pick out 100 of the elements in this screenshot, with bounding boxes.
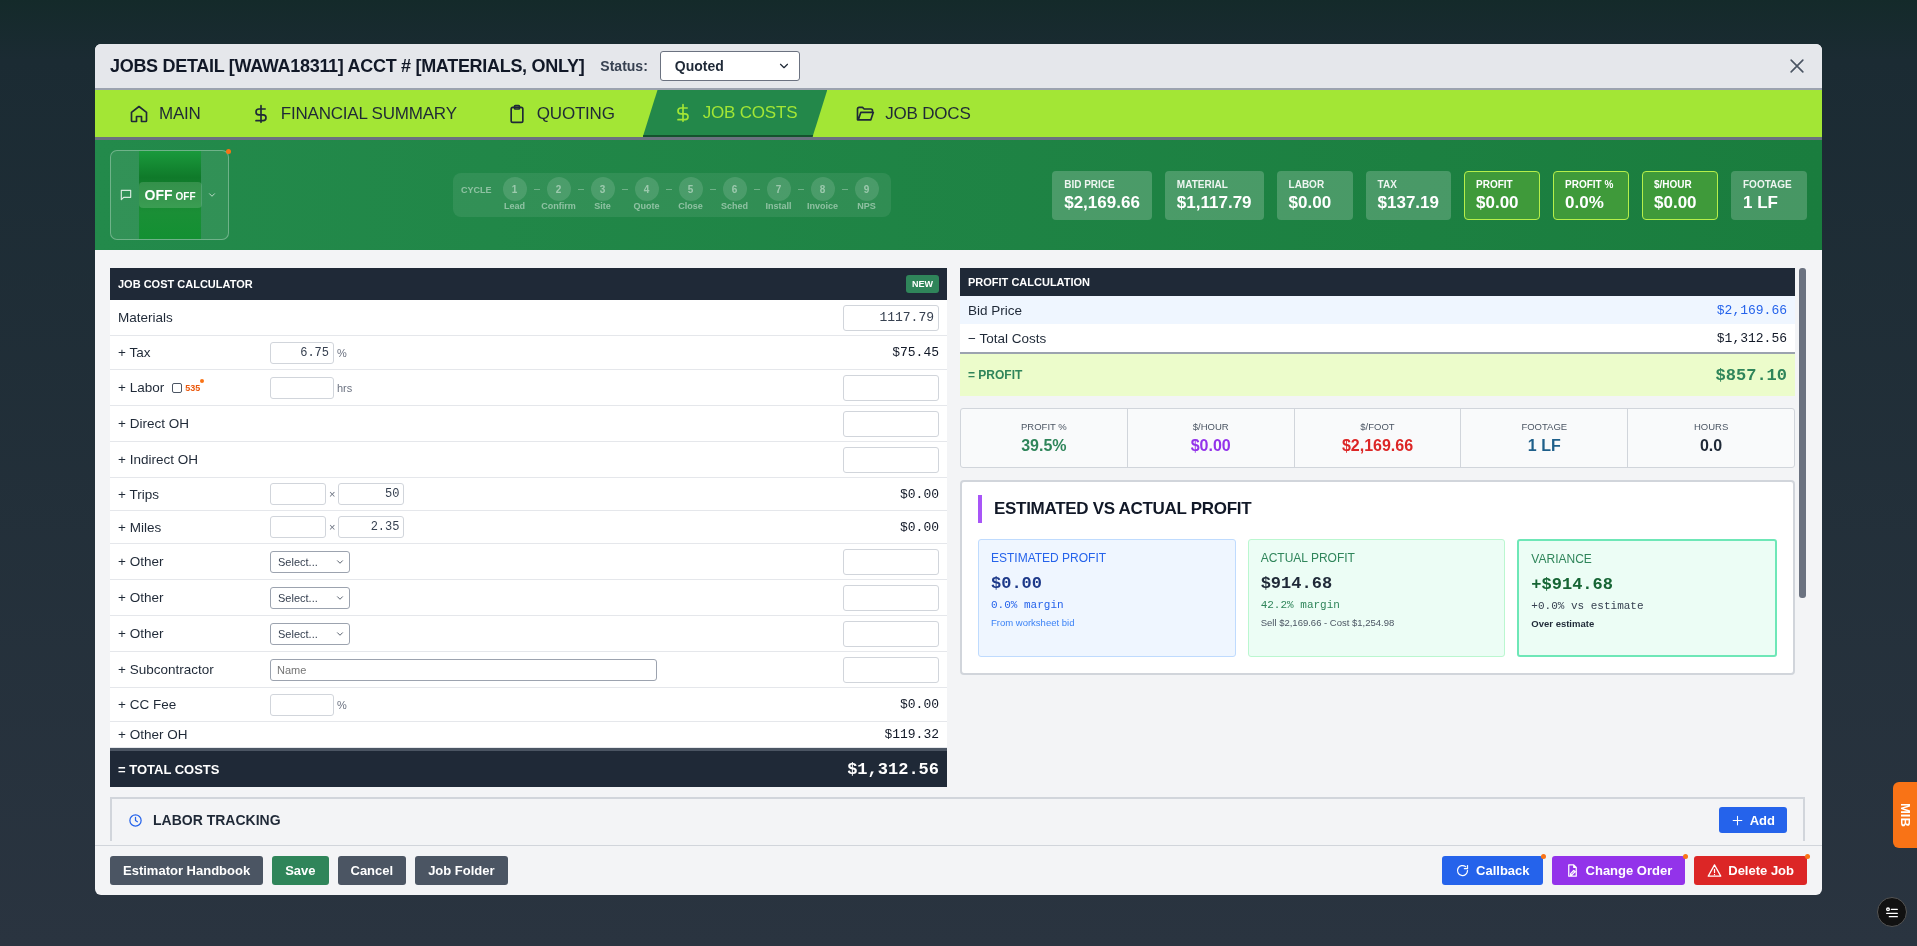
stat-value: 1 LF [1527,437,1561,455]
refresh-icon [1455,863,1471,878]
card-value: +$914.68 [1531,575,1614,594]
filter-list-icon [1884,904,1900,920]
amount-field[interactable] [843,410,939,437]
stat-label: HOURS [1693,421,1729,432]
input-field[interactable] [270,516,326,538]
tab[interactable]: QUOTING [484,90,637,137]
step-label: Site [594,201,611,211]
plus-icon [1730,813,1744,827]
stat-value: $0.00 [1190,437,1231,455]
row-label: + CC Fee [118,697,178,712]
step-label: Quote [633,201,660,211]
name-field[interactable]: Name [270,658,657,681]
row-label: + Trips [118,486,160,502]
row-amount: $119.32 [884,727,939,742]
unit-label: % [337,346,347,359]
row-label: Bid Price [968,302,1023,318]
step-label: NPS [857,201,876,211]
rate-field[interactable]: 50 [338,483,405,505]
step-label: Invoice [807,201,838,211]
card-value: $1,117.79 [1176,192,1252,213]
close-icon [1787,56,1807,76]
stat-value: 0.0 [1699,437,1723,455]
row-label: + Other [118,554,165,569]
button[interactable]: Change Order [1551,856,1686,885]
stat-value: 39.5% [1021,437,1067,455]
card-note: Sell $2,169.66 - Cost $1,254.98 [1260,617,1396,628]
checkbox[interactable] [172,382,183,393]
rate-field[interactable]: 2.35 [338,516,405,538]
tab[interactable]: JOB COSTS [642,90,828,137]
button[interactable]: Job Folder [415,856,508,885]
input-field[interactable]: 6.75 [270,341,334,364]
row-amount: $0.00 [900,519,939,535]
add-button[interactable]: Add [1718,807,1787,833]
stat-label: PROFIT % [1021,421,1067,432]
status-dropdown[interactable]: Quoted [659,51,800,81]
tab[interactable]: MAIN [107,90,223,137]
card-margin: +0.0% vs estimate [1531,600,1645,612]
home-icon [129,103,149,124]
category-dropdown[interactable]: Select... [270,550,350,573]
row-label: + Other [118,590,165,605]
button[interactable]: Callback [1442,856,1543,885]
category-dropdown[interactable]: Select... [270,586,350,609]
side-tab[interactable]: MIB [1893,782,1917,848]
step-label: Install [765,201,792,211]
amount-field[interactable] [843,374,939,401]
input-field[interactable] [270,483,326,505]
card-label: FOOTAGE [1743,178,1793,190]
row-label: + Miles [118,519,163,535]
row-amount: $0.00 [900,697,939,712]
status-label: Status: [600,58,648,74]
times-sign: × [329,488,336,500]
step-label: Lead [504,201,525,211]
row-label: + Labor [118,380,165,395]
button[interactable]: Save [272,856,329,885]
button[interactable]: Estimator Handbook [110,856,264,885]
amount-field[interactable] [843,656,939,683]
card-value: 1 LF [1743,192,1779,213]
unit-label: % [337,698,347,711]
stat-label: $/FOOT [1360,421,1395,432]
clock-icon [128,812,143,828]
amount-field[interactable]: 1117.79 [843,304,939,331]
card-label: BID PRICE [1064,178,1116,190]
hours-field[interactable] [270,376,334,399]
step-label: Confirm [541,201,576,211]
card-label: LABOR [1288,178,1326,190]
amount-field[interactable] [843,584,939,611]
stat-value: $2,169.66 [1341,437,1414,455]
filter-button[interactable] [1877,897,1907,927]
amount-field[interactable] [843,548,939,575]
tab[interactable]: FINANCIAL SUMMARY [228,90,479,137]
amount-field[interactable] [843,446,939,473]
card-label: PROFIT [1476,178,1514,190]
amount-field[interactable] [843,620,939,647]
input-field[interactable] [270,693,334,716]
panel-title: PROFIT CALCULATION [968,276,1090,288]
card-title: ACTUAL PROFIT [1260,551,1356,565]
new-badge: NEW [906,275,939,293]
card-note: From worksheet bid [991,617,1076,628]
card-margin: 0.0% margin [991,599,1065,611]
card-value: 0.0% [1565,192,1605,213]
toggle-switch[interactable]: OFF OFF [138,182,202,208]
category-dropdown[interactable]: Select... [270,622,350,645]
card-value: $137.19 [1377,192,1439,213]
row-value: $857.10 [1715,365,1787,385]
card-title: ESTIMATED PROFIT [991,551,1108,565]
tab[interactable]: JOB DOCS [833,90,993,137]
card-value: $0.00 [1654,192,1698,213]
row-label: Materials [118,310,174,325]
button[interactable]: Delete Job [1694,856,1807,885]
cycle-label: CYCLE [461,185,492,195]
row-label: + Other [118,626,165,641]
card-label: MATERIAL [1176,178,1229,190]
card-label: TAX [1377,178,1398,190]
card-margin: 42.2% margin [1260,599,1341,611]
times-sign: × [329,521,336,533]
button[interactable]: Cancel [337,856,407,885]
card-value: $0.00 [991,574,1043,593]
row-amount: $0.00 [900,486,939,502]
